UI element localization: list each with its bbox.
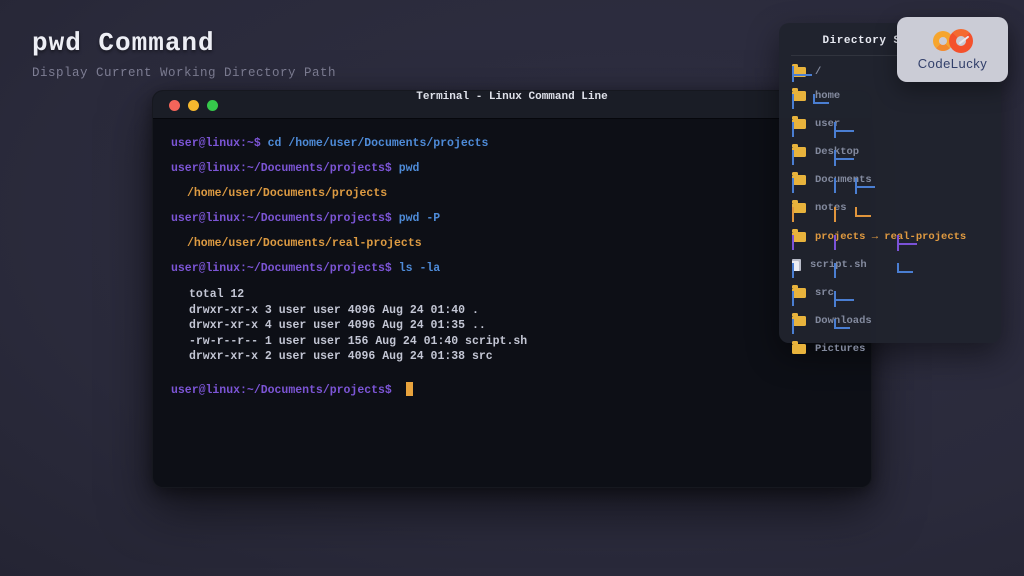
shell-command: cd /home/user/Documents/projects (268, 137, 489, 150)
shell-prompt: user@linux:~$ (171, 137, 268, 150)
terminal-line: user@linux:~/Documents/projects$ ls -la (171, 262, 853, 275)
folder-icon (792, 147, 806, 157)
terminal-line: drwxr-xr-x 2 user user 4096 Aug 24 01:38… (171, 349, 853, 365)
tree-connector-line (792, 150, 794, 165)
tree-connector-line (792, 94, 794, 109)
tree-connector-line (792, 291, 794, 306)
window-controls (169, 91, 218, 119)
folder-icon (792, 344, 806, 354)
tree-connector-line (834, 235, 836, 250)
tree-item-label: Pictures (815, 343, 865, 355)
tree-item-notes[interactable]: notes (792, 194, 847, 222)
tree-item-label: Downloads (815, 315, 872, 327)
tree-connector-line (834, 130, 854, 132)
tree-item-label: projects → real-projects (815, 231, 966, 243)
tree-item-label: src (815, 287, 834, 299)
terminal-cursor (406, 382, 413, 396)
close-button[interactable] (169, 100, 180, 111)
terminal-line: /home/user/Documents/real-projects (171, 237, 853, 250)
tree-connector-line (792, 235, 794, 250)
terminal-line: total 12 (171, 287, 853, 303)
tree-connector-line (855, 186, 875, 188)
tree-item-projects-real-projects[interactable]: projects → real-projects (792, 223, 966, 251)
tree-item-home[interactable]: home (792, 82, 840, 110)
folder-icon (792, 119, 806, 129)
minimize-button[interactable] (188, 100, 199, 111)
tree-item-documents[interactable]: Documents (792, 166, 872, 194)
tree-connector-line (834, 207, 836, 222)
zoom-button[interactable] (207, 100, 218, 111)
tree-connector-line (855, 215, 871, 217)
tree-item-user[interactable]: user (792, 110, 840, 138)
tree-connector-line (834, 158, 854, 160)
shell-command: pwd (399, 162, 420, 175)
tree-item-label: Desktop (815, 146, 859, 158)
infinity-ring-right (949, 29, 973, 53)
page-header: pwd Command Display Current Working Dire… (32, 28, 336, 81)
folder-icon (792, 91, 806, 101)
tree-item-label: notes (815, 202, 847, 214)
folder-icon (792, 175, 806, 185)
tree-connector-line (792, 207, 794, 222)
tree-connector-line (897, 271, 913, 273)
page-subtitle: Display Current Working Directory Path (32, 66, 336, 81)
codelucky-badge: CodeLucky (897, 17, 1008, 82)
terminal-line: /home/user/Documents/projects (171, 187, 853, 200)
tree-item-downloads[interactable]: Downloads (792, 307, 872, 335)
tree-connector-line (792, 74, 812, 76)
tree-item-script-sh[interactable]: script.sh (792, 251, 867, 279)
shell-prompt: user@linux:~/Documents/projects$ (171, 162, 399, 175)
tree-connector-line (792, 319, 794, 334)
tree-item-pictures[interactable]: Pictures (792, 335, 865, 363)
tree-item-label: Documents (815, 174, 872, 186)
folder-icon (792, 203, 806, 213)
terminal-line: -rw-r--r-- 1 user user 156 Aug 24 01:40 … (171, 334, 853, 350)
tree-connector-line (813, 102, 829, 104)
shell-prompt: user@linux:~/Documents/projects$ (171, 262, 399, 275)
folder-icon (792, 288, 806, 298)
tree-connector-line (834, 263, 836, 278)
terminal-line: drwxr-xr-x 3 user user 4096 Aug 24 01:40… (171, 303, 853, 319)
tree-item-desktop[interactable]: Desktop (792, 138, 859, 166)
folder-icon (792, 316, 806, 326)
folder-icon (792, 232, 806, 242)
terminal-window: Terminal - Linux Command Line user@linux… (152, 90, 872, 488)
tree-connector-line (897, 243, 917, 245)
tree-connector-line (834, 299, 854, 301)
shell-command: ls -la (399, 262, 440, 275)
terminal-line: user@linux:~$ cd /home/user/Documents/pr… (171, 137, 853, 150)
tree-item-src[interactable]: src (792, 279, 834, 307)
tree-connector-line (792, 122, 794, 137)
page-title: pwd Command (32, 28, 336, 59)
tree-item-label: script.sh (810, 259, 867, 271)
tree-connector-line (834, 178, 836, 193)
page-background: pwd Command Display Current Working Dire… (0, 0, 1024, 576)
tree-connector-line (792, 178, 794, 193)
shell-command: pwd -P (399, 212, 440, 225)
terminal-line: user@linux:~/Documents/projects$ pwd -P (171, 212, 853, 225)
tree-item-label: user (815, 118, 840, 130)
tree-item-label: / (815, 66, 821, 78)
terminal-line: user@linux:~/Documents/projects$ (171, 382, 853, 397)
shell-prompt: user@linux:~/Documents/projects$ (171, 212, 399, 225)
tree-connector-line (792, 263, 794, 278)
tree-connector-line (834, 327, 850, 329)
codelucky-infinity-icon (931, 28, 975, 54)
shell-prompt: user@linux:~/Documents/projects$ (171, 384, 399, 397)
codelucky-brand-label: CodeLucky (918, 56, 988, 71)
tree-item-label: home (815, 90, 840, 102)
terminal-title: Terminal - Linux Command Line (153, 91, 871, 119)
terminal-body[interactable]: user@linux:~$ cd /home/user/Documents/pr… (153, 119, 871, 397)
terminal-titlebar: Terminal - Linux Command Line (153, 91, 871, 119)
terminal-line: drwxr-xr-x 4 user user 4096 Aug 24 01:35… (171, 318, 853, 334)
terminal-line: user@linux:~/Documents/projects$ pwd (171, 162, 853, 175)
